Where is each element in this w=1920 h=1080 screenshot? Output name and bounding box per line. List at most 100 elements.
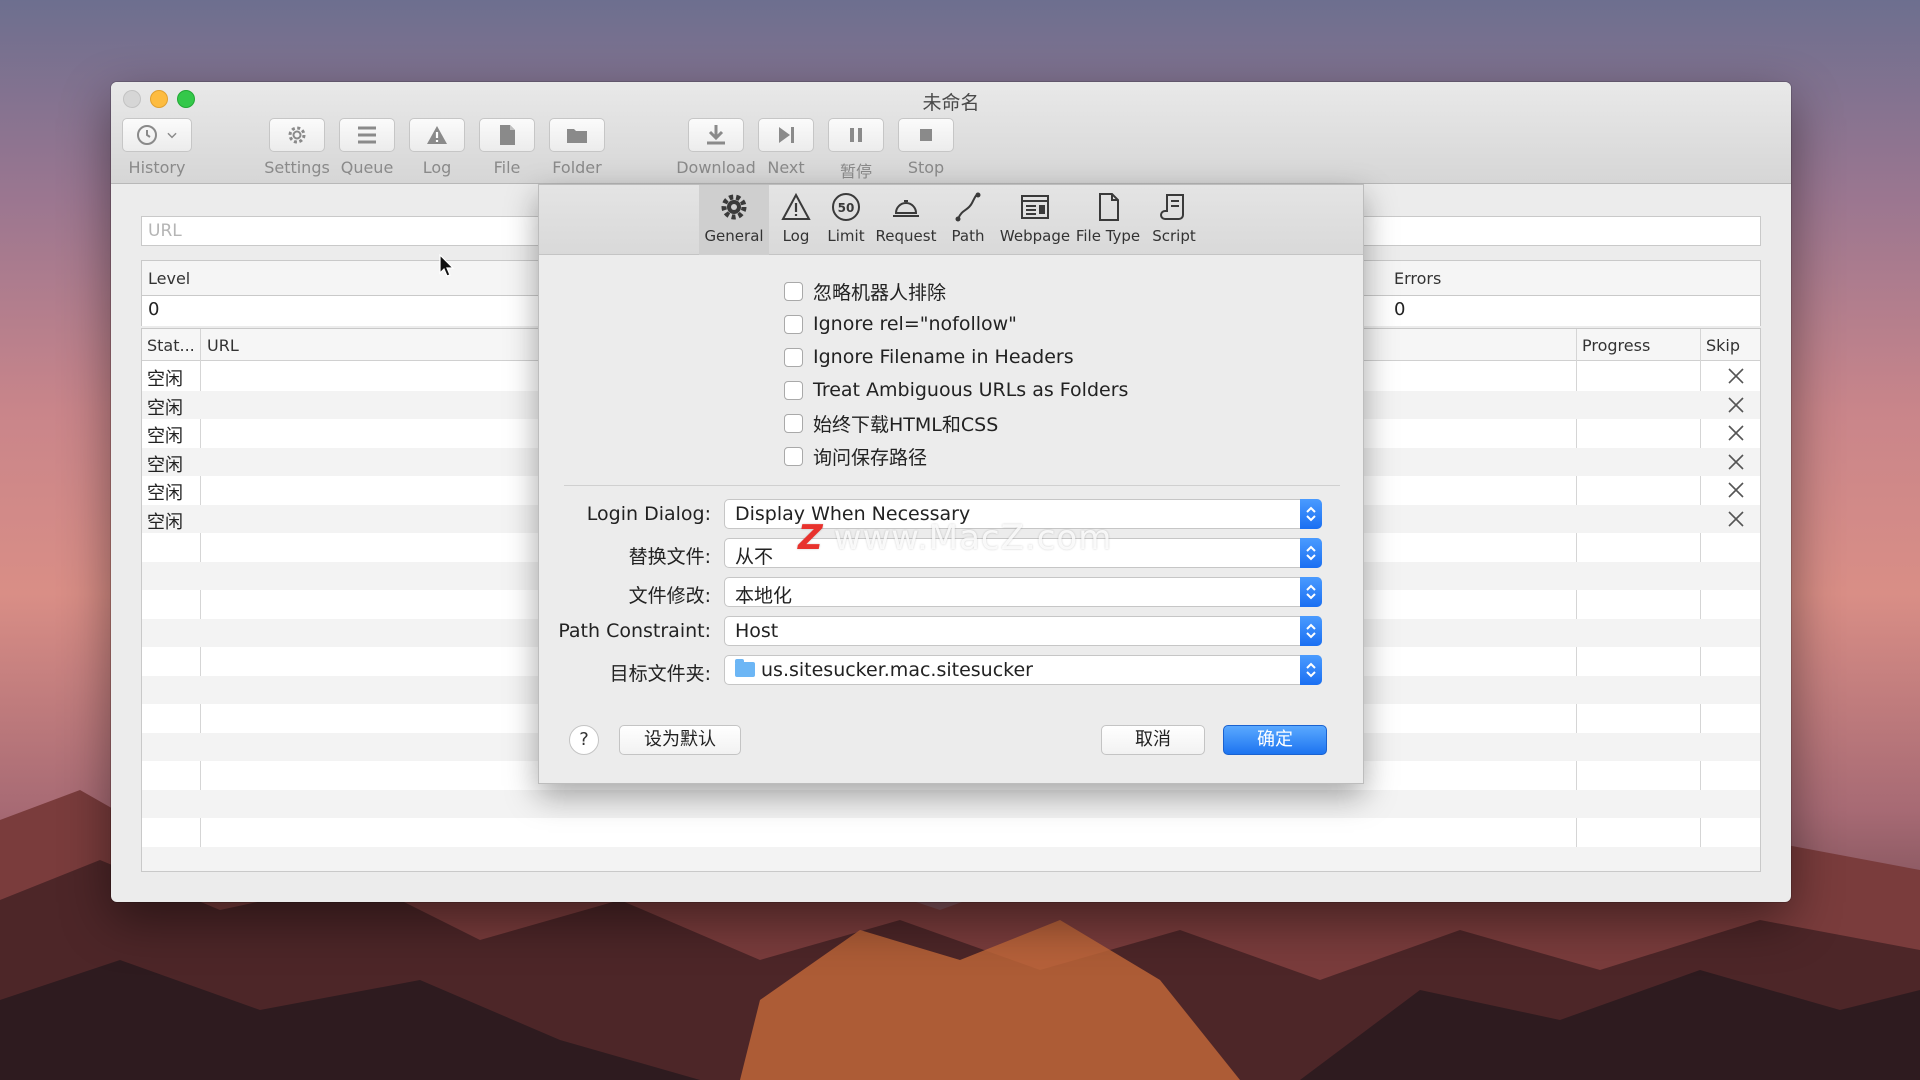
column-header-progress[interactable]: Progress: [1582, 336, 1650, 355]
list-icon: [358, 126, 376, 144]
clock-icon: [137, 125, 157, 145]
toolbar-next[interactable]: Next: [746, 118, 826, 177]
log-button[interactable]: [409, 118, 465, 152]
toolbar-folder[interactable]: Folder: [537, 118, 617, 177]
tab-request[interactable]: Request: [871, 185, 941, 255]
stop-button[interactable]: [898, 118, 954, 152]
gear-icon: [288, 126, 306, 144]
download-button[interactable]: [688, 118, 744, 152]
toolbar-label: History: [128, 158, 186, 177]
checkbox-label: 忽略机器人排除: [813, 281, 947, 304]
checkbox[interactable]: [784, 314, 803, 334]
toolbar-download[interactable]: Download: [676, 118, 756, 177]
path-constraint-select[interactable]: Host: [724, 616, 1322, 646]
checkbox-label: 始终下载HTML和CSS: [813, 413, 999, 436]
speed-limit-icon: 50: [832, 193, 860, 221]
skip-x-icon[interactable]: [1726, 509, 1746, 529]
skip-x-icon[interactable]: [1726, 366, 1746, 386]
column-header-status[interactable]: Stat...: [147, 336, 195, 355]
table-row-empty: [142, 846, 1760, 871]
checkbox[interactable]: [784, 281, 803, 301]
chevron-down-icon: [167, 132, 177, 139]
toolbar-history[interactable]: History: [117, 118, 197, 177]
help-button[interactable]: ?: [569, 725, 599, 755]
toolbar-file[interactable]: File: [467, 118, 547, 177]
toolbar-label: Folder: [552, 158, 602, 177]
tab-limit[interactable]: 50 Limit: [823, 185, 869, 255]
next-button[interactable]: [758, 118, 814, 152]
pause-button[interactable]: [828, 118, 884, 152]
toolbar-queue[interactable]: Queue: [327, 118, 407, 177]
set-default-button[interactable]: 设为默认: [619, 725, 741, 755]
checkbox[interactable]: [784, 413, 803, 433]
row-status: 空闲: [147, 483, 183, 504]
checkbox-ignore-filename[interactable]: Ignore Filename in Headers: [784, 345, 1074, 369]
folder-icon: [567, 129, 587, 143]
updown-arrows-icon: [1300, 655, 1322, 685]
toolbar-stop[interactable]: Stop: [886, 118, 966, 177]
checkbox-label: 询问保存路径: [813, 446, 928, 469]
login-dialog-label: Login Dialog:: [586, 503, 711, 525]
settings-button[interactable]: [269, 118, 325, 152]
select-value: 从不: [735, 546, 774, 568]
column-header-url[interactable]: URL: [207, 336, 239, 355]
speed-limit-icon-text: 50: [838, 201, 855, 215]
row-status: 空闲: [147, 511, 183, 533]
warning-icon: [427, 126, 447, 144]
skip-x-icon[interactable]: [1726, 452, 1746, 472]
toolbar-label: Download: [676, 158, 756, 177]
checkbox-label: Ignore rel="nofollow": [813, 313, 1017, 335]
webpage-icon: [1021, 195, 1049, 219]
queue-button[interactable]: [339, 118, 395, 152]
tab-label: Log: [782, 227, 810, 245]
level-label: Level: [148, 269, 191, 288]
toolbar-label: File: [493, 158, 521, 177]
skip-x-icon[interactable]: [1726, 480, 1746, 500]
checkbox[interactable]: [784, 446, 803, 466]
toolbar-log[interactable]: Log: [397, 118, 477, 177]
checkbox-ambiguous-urls[interactable]: Treat Ambiguous URLs as Folders: [784, 378, 1128, 402]
replace-files-label: 替换文件:: [628, 546, 711, 568]
checkbox[interactable]: [784, 380, 803, 400]
warning-icon: [781, 192, 811, 220]
destination-folder-label: 目标文件夹:: [609, 663, 711, 685]
select-value: 本地化: [735, 585, 793, 607]
destination-folder-select[interactable]: us.sitesucker.mac.sitesucker: [724, 655, 1322, 685]
folder-icon: [735, 659, 755, 677]
toolbar-settings[interactable]: Settings: [257, 118, 337, 177]
checkbox-always-download-html-css[interactable]: 始终下载HTML和CSS: [784, 411, 999, 436]
checkbox-ignore-robots[interactable]: 忽略机器人排除: [784, 279, 947, 304]
title-bar: 未命名 History Settings Queue Log File Fold…: [111, 82, 1791, 184]
destination-folder-row: 目标文件夹: us.sitesucker.mac.sitesucker: [539, 655, 1363, 685]
table-row-empty: [142, 818, 1760, 847]
stop-icon: [920, 129, 932, 141]
cancel-button[interactable]: 取消: [1101, 725, 1205, 755]
tab-label: Webpage: [999, 227, 1071, 245]
file-button[interactable]: [479, 118, 535, 152]
checkbox-ignore-nofollow[interactable]: Ignore rel="nofollow": [784, 312, 1017, 336]
path-constraint-label: Path Constraint:: [558, 620, 711, 642]
folder-button[interactable]: [549, 118, 605, 152]
checkbox-ask-save-path[interactable]: 询问保存路径: [784, 444, 928, 469]
skip-x-icon[interactable]: [1726, 395, 1746, 415]
skip-x-icon[interactable]: [1726, 423, 1746, 443]
ok-button[interactable]: 确定: [1223, 725, 1327, 755]
gear-icon: [721, 194, 747, 220]
watermark-logo: Z: [798, 518, 824, 558]
toolbar-pause[interactable]: 暂停: [816, 118, 896, 182]
tab-path[interactable]: Path: [943, 185, 993, 255]
tab-file-type[interactable]: File Type: [1071, 185, 1145, 255]
toolbar-label: Queue: [340, 158, 394, 177]
tab-script[interactable]: Script: [1147, 185, 1201, 255]
tab-webpage[interactable]: Webpage: [995, 185, 1075, 255]
history-button[interactable]: [122, 118, 192, 152]
document-icon: [500, 125, 515, 145]
tab-log[interactable]: Log: [771, 185, 821, 255]
script-icon: [1160, 194, 1184, 220]
toolbar-label: Settings: [264, 158, 330, 177]
path-icon: [955, 192, 981, 222]
file-modification-select[interactable]: 本地化: [724, 577, 1322, 607]
tab-general[interactable]: General: [699, 185, 769, 255]
column-header-skip[interactable]: Skip: [1706, 336, 1740, 355]
checkbox[interactable]: [784, 347, 803, 367]
